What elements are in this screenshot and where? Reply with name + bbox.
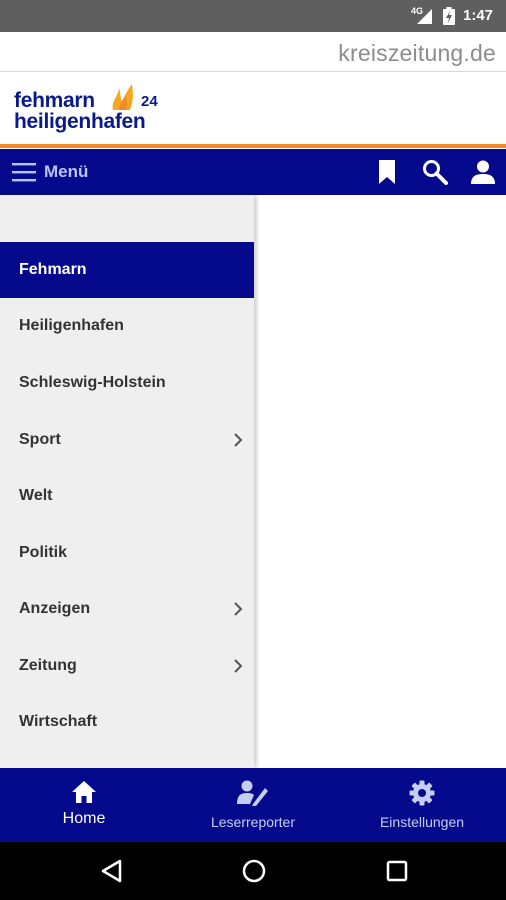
- tab-leserreporter[interactable]: Leserreporter: [169, 768, 337, 842]
- tab-label-home: Home: [62, 810, 106, 827]
- top-navigation: Menü: [0, 149, 506, 195]
- brand-logo-number: 24: [141, 93, 158, 110]
- hamburger-icon: [12, 163, 36, 182]
- drawer-item-welt[interactable]: Welt: [0, 468, 254, 524]
- gear-icon: [409, 780, 435, 806]
- home-circle-icon[interactable]: [241, 858, 267, 884]
- chevron-right-icon: [234, 659, 243, 673]
- system-navigation-bar: [0, 842, 506, 900]
- tab-label-einstellungen: Einstellungen: [379, 814, 465, 830]
- drawer-item-label: Heiligenhafen: [19, 317, 124, 334]
- back-icon[interactable]: [99, 858, 125, 884]
- signal-icon: [417, 9, 432, 24]
- bookmark-icon: [379, 160, 395, 184]
- flame-icon: [112, 84, 133, 110]
- drawer-item-label: Wirtschaft: [19, 713, 98, 730]
- reporter-icon: [237, 780, 268, 806]
- brand-header: fehmarn 24 heiligenhafen: [0, 72, 506, 144]
- chevron-right-icon: [234, 433, 243, 447]
- drawer-item-politik[interactable]: Politik: [0, 525, 254, 581]
- drawer-item-label: Schleswig-Holstein: [19, 374, 166, 391]
- chevron-right-icon: [234, 602, 243, 616]
- drawer-item-heiligenhafen[interactable]: Heiligenhafen: [0, 298, 254, 354]
- tab-label-leserreporter: Leserreporter: [210, 814, 296, 830]
- drawer-item-label: Sport: [19, 431, 61, 448]
- accent-divider: [0, 144, 506, 148]
- clock: 1:47: [463, 7, 494, 24]
- drawer-item-label: Zeitung: [19, 657, 77, 674]
- drawer-item-label: Fehmarn: [19, 261, 87, 278]
- drawer-item-zeitung[interactable]: Zeitung: [0, 638, 254, 694]
- menu-button[interactable]: Menü: [12, 159, 88, 185]
- status-bar: 4G 1:47: [0, 0, 506, 32]
- menu-label: Menü: [44, 162, 89, 181]
- drawer-item-anzeigen[interactable]: Anzeigen: [0, 581, 254, 637]
- drawer-item-label: Anzeigen: [19, 600, 91, 617]
- account-button[interactable]: [469, 159, 497, 185]
- tab-home[interactable]: Home: [0, 768, 168, 842]
- drawer-item-schleswig-holstein[interactable]: Schleswig-Holstein: [0, 355, 254, 411]
- publisher-bar: kreiszeitung.de: [0, 32, 506, 72]
- tab-einstellungen[interactable]: Einstellungen: [338, 768, 506, 842]
- brand-logo-line2: heiligenhafen: [14, 110, 146, 133]
- drawer-item-label: Politik: [19, 544, 68, 561]
- bottom-tab-bar: Home Leserreporter Einstellungen: [0, 768, 506, 842]
- home-icon: [72, 781, 96, 803]
- search-icon: [423, 160, 448, 185]
- drawer-item-wirtschaft[interactable]: Wirtschaft: [0, 694, 254, 750]
- bookmark-button[interactable]: [373, 159, 401, 185]
- publisher-logo[interactable]: kreiszeitung.de: [338, 40, 496, 67]
- drawer-item-sport[interactable]: Sport: [0, 412, 254, 468]
- search-button[interactable]: [421, 159, 449, 185]
- recents-icon[interactable]: [384, 858, 410, 884]
- drawer-item-fehmarn[interactable]: Fehmarn: [0, 242, 254, 298]
- battery-icon: [443, 7, 455, 25]
- drawer-item-label: Welt: [19, 487, 53, 504]
- navigation-drawer: Fehmarn Heiligenhafen Schleswig-Holstein…: [0, 195, 254, 768]
- user-icon: [471, 160, 495, 184]
